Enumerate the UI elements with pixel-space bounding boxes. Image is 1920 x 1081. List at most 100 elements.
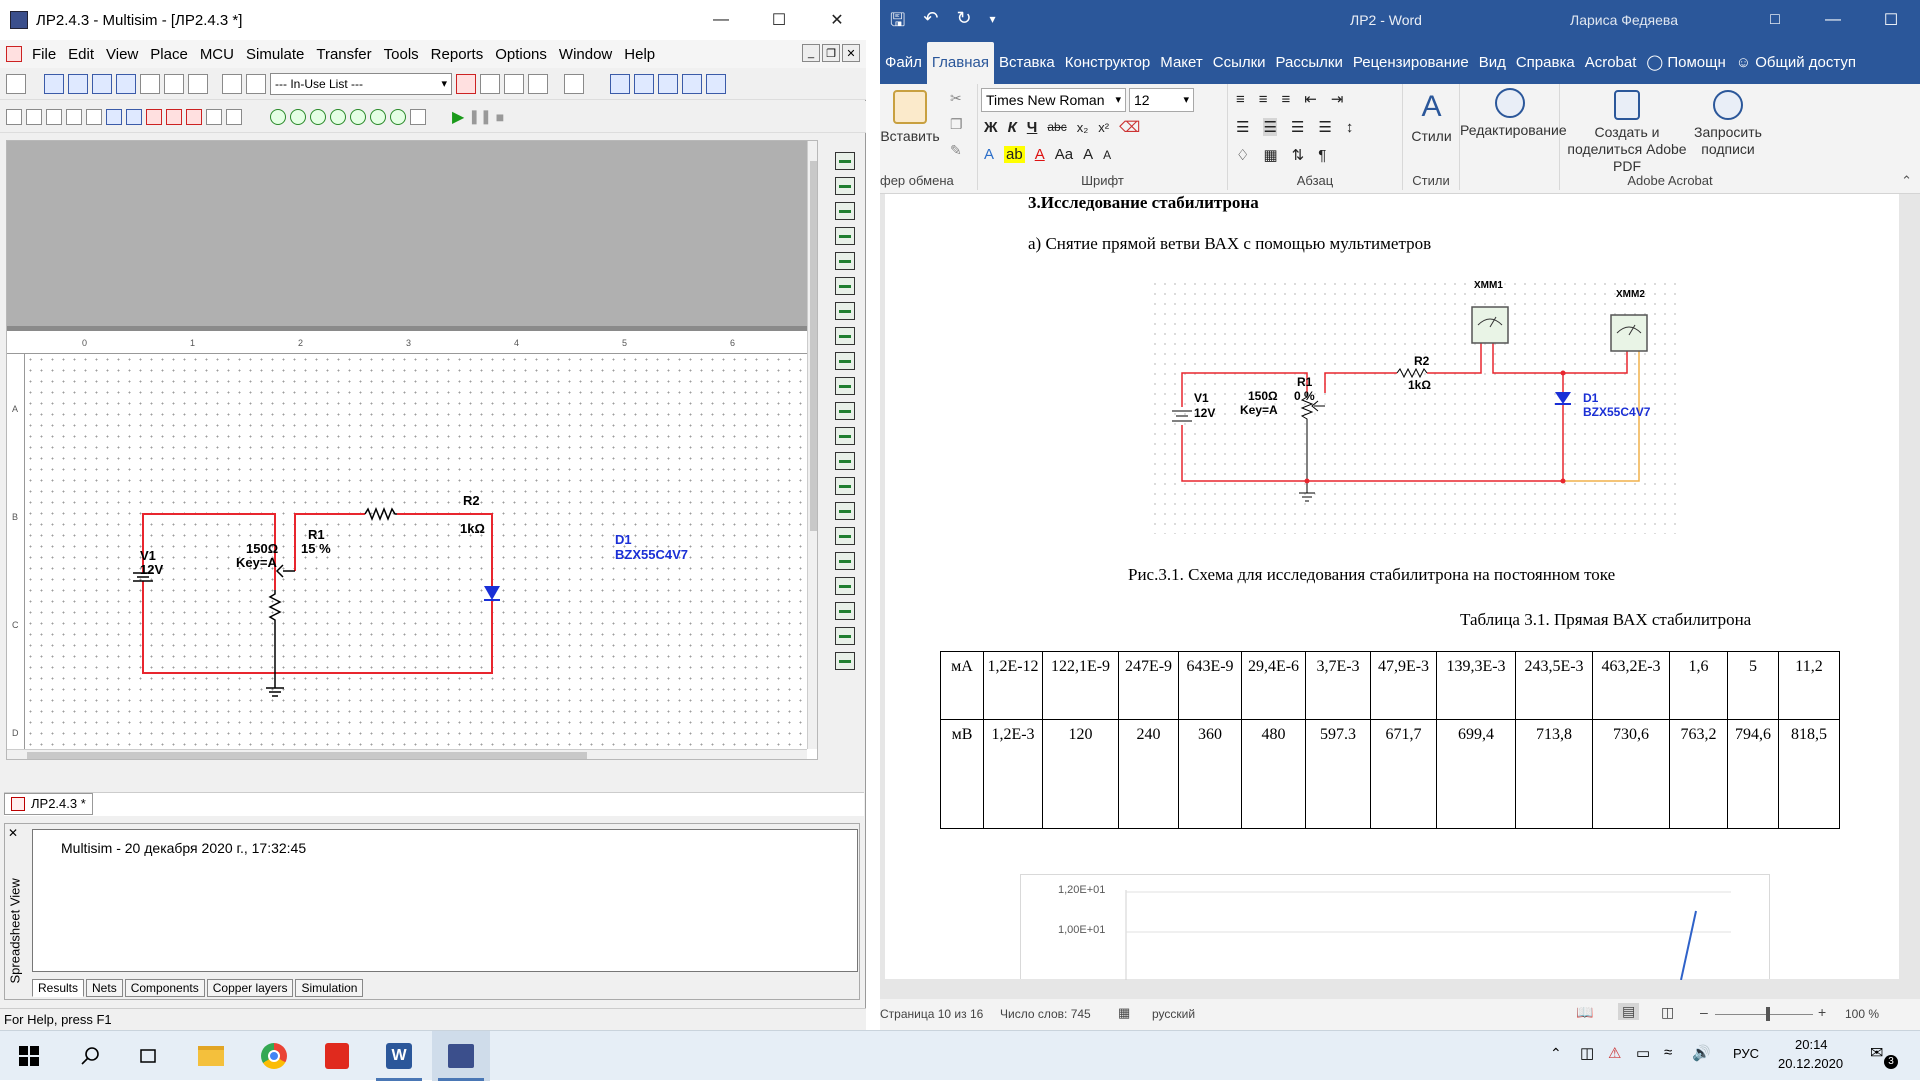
- tell-me-search[interactable]: ◯ Помощн: [1641, 42, 1730, 84]
- styles-button[interactable]: A Стили: [1403, 90, 1460, 145]
- schematic-canvas[interactable]: 0 1 2 3 4 5 6 A B C D V1 12V R1 150Ω 15 …: [6, 140, 818, 760]
- volume-icon[interactable]: 🔊: [1692, 1044, 1711, 1062]
- logic-converter-icon[interactable]: [835, 352, 855, 370]
- copy-icon[interactable]: [188, 73, 208, 94]
- bode-plotter-icon[interactable]: [835, 277, 855, 295]
- zoom-area-icon[interactable]: [658, 73, 678, 94]
- menu-transfer[interactable]: Transfer: [310, 46, 377, 63]
- wattmeter-icon[interactable]: [835, 202, 855, 220]
- align-right-icon[interactable]: ☰: [1291, 118, 1304, 136]
- document-icon[interactable]: [6, 46, 22, 62]
- probe-w-icon[interactable]: [310, 108, 326, 125]
- document-page[interactable]: 3.Исследование стабилитрона а) Снятие пр…: [885, 194, 1899, 980]
- basic-icon[interactable]: [26, 108, 42, 125]
- vah-table[interactable]: мА 1,2E-12 122,1E-9 247E-9 643E-9 29,4E-…: [940, 651, 1840, 829]
- copy-icon[interactable]: ❐: [950, 116, 963, 133]
- v1-label[interactable]: V1: [140, 548, 156, 563]
- labview-icon[interactable]: [835, 602, 855, 620]
- tab-copper-layers[interactable]: Copper layers: [206, 979, 294, 997]
- taskbar-file-explorer[interactable]: [182, 1031, 240, 1081]
- menu-place[interactable]: Place: [144, 46, 194, 63]
- full-screen-icon[interactable]: [706, 73, 726, 94]
- transfer-icon[interactable]: [528, 73, 548, 94]
- show-marks-icon[interactable]: ¶: [1318, 147, 1326, 164]
- change-case-icon[interactable]: Aa: [1055, 146, 1073, 163]
- read-mode-icon[interactable]: 📖: [1576, 1004, 1593, 1021]
- analog-icon[interactable]: [86, 108, 102, 125]
- ribbon-display-options-icon[interactable]: □: [1746, 0, 1804, 40]
- subscript-icon[interactable]: x₂: [1077, 120, 1089, 135]
- logic-analyzer-icon[interactable]: [835, 377, 855, 395]
- menu-options[interactable]: Options: [489, 46, 553, 63]
- in-use-list-select[interactable]: --- In-Use List ---: [270, 72, 452, 95]
- device-icon[interactable]: ◫: [1580, 1044, 1594, 1062]
- component-wizard-icon[interactable]: [222, 73, 242, 94]
- stop-simulation-icon[interactable]: ■: [496, 109, 504, 125]
- ni-elvis-icon[interactable]: [835, 627, 855, 645]
- canvas-vertical-scrollbar[interactable]: [807, 141, 817, 749]
- maximize-button[interactable]: ☐: [750, 0, 808, 40]
- redo-icon[interactable]: ↻: [956, 8, 971, 38]
- zoom-level[interactable]: 100 %: [1845, 1007, 1879, 1021]
- word-title-bar[interactable]: 🖫 ↶ ↻ ▾ ЛР2 - Word Лариса Федяева □ — ☐: [880, 0, 1920, 42]
- menu-simulate[interactable]: Simulate: [240, 46, 310, 63]
- taskbar-acrobat[interactable]: [308, 1031, 366, 1081]
- tab-design[interactable]: Конструктор: [1060, 42, 1156, 84]
- tab-simulation[interactable]: Simulation: [295, 979, 364, 997]
- scroll-thumb[interactable]: [27, 752, 587, 759]
- erc-icon[interactable]: [456, 73, 476, 94]
- tab-nets[interactable]: Nets: [86, 979, 123, 997]
- tab-file[interactable]: Файл: [880, 42, 927, 84]
- search-button[interactable]: [61, 1031, 119, 1081]
- bold-icon[interactable]: Ж: [984, 119, 998, 136]
- document-vertical-scrollbar[interactable]: [1902, 194, 1920, 979]
- iv-analyzer-icon[interactable]: [835, 402, 855, 420]
- power-icon[interactable]: [206, 108, 222, 125]
- zoom-slider-thumb[interactable]: [1766, 1007, 1770, 1021]
- agilent-multimeter-icon[interactable]: [835, 527, 855, 545]
- indicator-icon[interactable]: [186, 108, 202, 125]
- justify-icon[interactable]: ☰: [1318, 118, 1331, 136]
- probe-settings-icon[interactable]: [410, 108, 426, 125]
- r1-label[interactable]: R1: [308, 527, 325, 542]
- misc-digital-icon[interactable]: [146, 108, 162, 125]
- word-generator-icon[interactable]: [835, 327, 855, 345]
- text-effects-icon[interactable]: A: [984, 146, 994, 163]
- minimize-button[interactable]: —: [1804, 0, 1862, 40]
- tab-review[interactable]: Рецензирование: [1348, 42, 1474, 84]
- maximize-button[interactable]: ☐: [1862, 0, 1920, 40]
- document-circuit-figure[interactable]: XMM1 XMM2 V1 12V R1 150Ω 0 % Key=A R2 1k…: [1150, 279, 1680, 534]
- print-layout-icon[interactable]: ▤: [1618, 1003, 1640, 1020]
- distortion-analyzer-icon[interactable]: [835, 427, 855, 445]
- probe-a-icon[interactable]: [290, 108, 306, 125]
- function-generator-icon[interactable]: [835, 177, 855, 195]
- spectrum-analyzer-icon[interactable]: [835, 452, 855, 470]
- agilent-generator-icon[interactable]: [835, 502, 855, 520]
- multilevel-list-icon[interactable]: ≡: [1282, 91, 1291, 108]
- task-view-button[interactable]: [119, 1031, 177, 1081]
- clear-formatting-icon[interactable]: ⌫: [1119, 118, 1140, 136]
- undo-icon[interactable]: ↶: [923, 8, 938, 38]
- tab-acrobat[interactable]: Acrobat: [1580, 42, 1642, 84]
- request-signatures-button[interactable]: Запросить подписи: [1690, 90, 1766, 158]
- spreadsheet-icon[interactable]: [92, 73, 112, 94]
- sort-icon[interactable]: ⇅: [1292, 146, 1305, 164]
- language-indicator[interactable]: русский: [1152, 1007, 1195, 1021]
- decrease-indent-icon[interactable]: ⇤: [1304, 90, 1317, 108]
- multimeter-icon[interactable]: [835, 152, 855, 170]
- font-color-icon[interactable]: A: [1035, 146, 1045, 163]
- ttl-icon[interactable]: [106, 108, 122, 125]
- collapse-ribbon-icon[interactable]: ⌃: [1901, 173, 1912, 189]
- clock-date[interactable]: 20.12.2020: [1778, 1056, 1843, 1071]
- cut-icon[interactable]: ✂: [950, 90, 962, 107]
- misc-icon[interactable]: [226, 108, 242, 125]
- paste-button[interactable]: Вставить: [878, 90, 942, 145]
- agilent-oscilloscope-icon[interactable]: [835, 552, 855, 570]
- show-hidden-icons[interactable]: ⌃: [1550, 1045, 1562, 1062]
- mixed-icon[interactable]: [166, 108, 182, 125]
- web-layout-icon[interactable]: ◫: [1661, 1004, 1674, 1021]
- share-button[interactable]: ☺ Общий доступ: [1731, 42, 1861, 84]
- menu-window[interactable]: Window: [553, 46, 618, 63]
- align-left-icon[interactable]: ☰: [1236, 118, 1249, 136]
- menu-file[interactable]: File: [26, 46, 62, 63]
